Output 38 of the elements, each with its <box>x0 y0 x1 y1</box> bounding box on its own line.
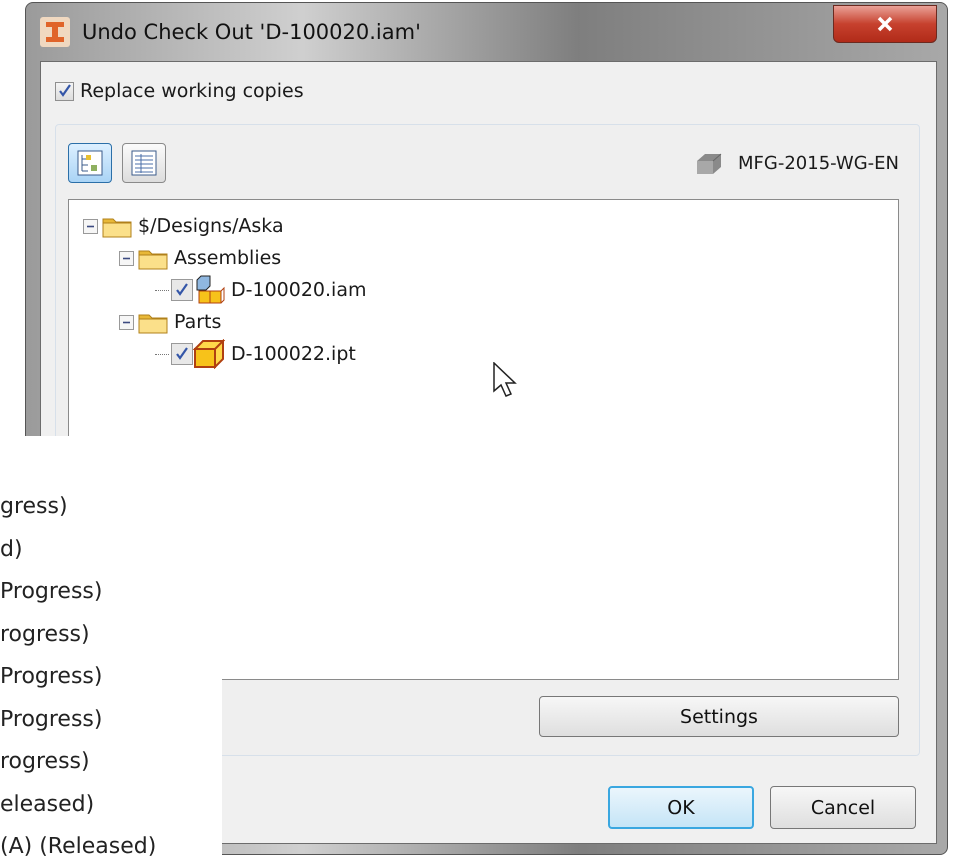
tree-view-button[interactable] <box>68 143 112 183</box>
list-item-text: Progress) <box>0 663 104 691</box>
close-icon <box>876 16 894 32</box>
list-item-text: Progress) <box>0 578 104 606</box>
checkmark-icon <box>175 347 189 361</box>
list-item-text: (A) (Released) <box>0 833 158 860</box>
tree-item-label[interactable]: Assemblies <box>174 247 282 269</box>
mouse-pointer-icon <box>493 362 517 398</box>
list-view-button[interactable] <box>122 143 166 183</box>
tree-item-label[interactable]: $/Designs/Aska <box>138 215 284 237</box>
settings-button[interactable]: Settings <box>539 696 899 737</box>
list-item-text: Progress) <box>0 706 104 734</box>
list-item-text: gress) <box>0 493 69 521</box>
vault-name: MFG-2015-WG-EN <box>738 152 899 174</box>
tree-checkbox[interactable] <box>171 343 193 365</box>
collapse-toggle[interactable] <box>119 250 134 266</box>
checkbox[interactable] <box>55 82 74 100</box>
tree-view-icon <box>77 150 103 176</box>
app-logo-icon <box>40 17 70 47</box>
list-view-icon <box>131 150 157 176</box>
checkmark-icon <box>175 283 189 297</box>
tree-checkbox[interactable] <box>171 279 193 301</box>
collapse-toggle[interactable] <box>119 314 134 330</box>
close-button[interactable] <box>833 5 937 43</box>
list-item-text: eleased) <box>0 790 96 818</box>
list-item-text: rogress) <box>0 620 91 648</box>
collapse-toggle[interactable] <box>83 218 98 234</box>
tree-item-label[interactable]: D-100020.iam <box>231 279 366 301</box>
cancel-button[interactable]: Cancel <box>770 786 916 829</box>
list-item-text: rogress) <box>0 748 91 776</box>
tree-item-label[interactable]: Parts <box>174 311 222 333</box>
tree-item-label[interactable]: D-100022.ipt <box>231 343 356 365</box>
list-item-text: d) <box>0 536 24 564</box>
part-icon <box>193 339 225 369</box>
checkmark-icon <box>58 84 72 98</box>
ok-button[interactable]: OK <box>608 786 754 829</box>
window-title: Undo Check Out 'D-100020.iam' <box>82 20 422 44</box>
checkbox-label[interactable]: Replace working copies <box>80 80 304 102</box>
